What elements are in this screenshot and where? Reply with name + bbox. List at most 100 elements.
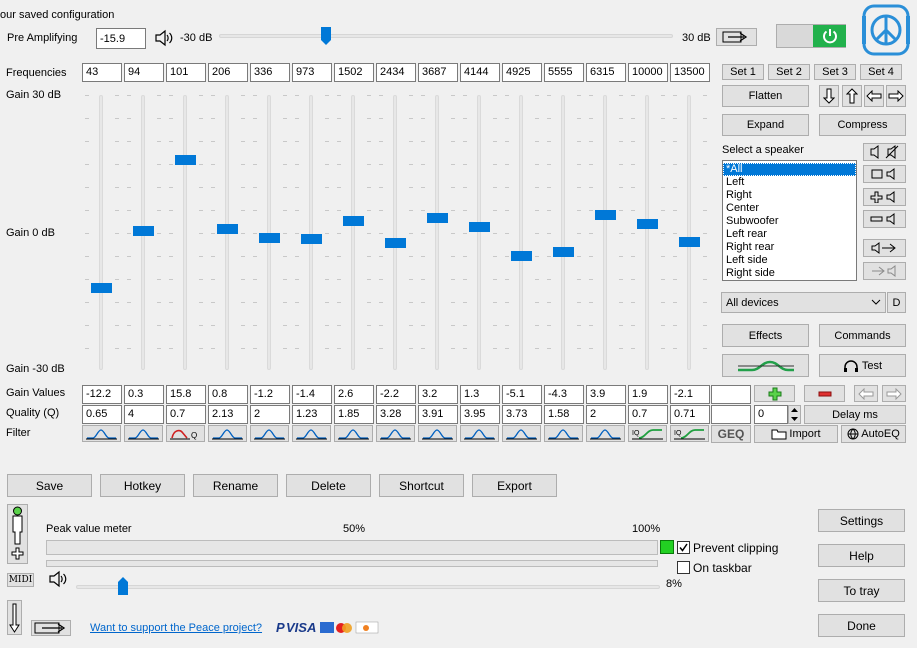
- quality-value-input[interactable]: 2: [586, 405, 626, 424]
- delay-ms-button[interactable]: Delay ms: [804, 405, 906, 424]
- eq-slider-track[interactable]: [687, 95, 691, 370]
- filter-type-button[interactable]: [250, 425, 289, 442]
- eq-slider-track[interactable]: [603, 95, 607, 370]
- speaker-list-item[interactable]: Right rear: [723, 241, 856, 254]
- delete-button[interactable]: Delete: [286, 474, 371, 497]
- curve-view-button[interactable]: [722, 354, 809, 377]
- frequency-input[interactable]: 94: [124, 63, 164, 82]
- quality-value-input[interactable]: 3.95: [460, 405, 500, 424]
- filter-type-button[interactable]: [124, 425, 163, 442]
- autoeq-button[interactable]: AutoEQ: [841, 425, 906, 443]
- set-button-2[interactable]: Set 2: [768, 64, 810, 80]
- gain-value-input[interactable]: -5.1: [502, 385, 542, 404]
- filter-type-button[interactable]: [544, 425, 583, 442]
- speaker-list-item[interactable]: Left side: [723, 254, 856, 267]
- quality-value-input[interactable]: 0.65: [82, 405, 122, 424]
- save-button[interactable]: Save: [7, 474, 92, 497]
- eq-slider-thumb[interactable]: [217, 223, 238, 234]
- remove-filter-button[interactable]: [804, 385, 845, 402]
- gain-value-input[interactable]: 3.9: [586, 385, 626, 404]
- support-link[interactable]: Want to support the Peace project?: [90, 622, 262, 634]
- frequency-input[interactable]: 4144: [460, 63, 500, 82]
- quality-value-input[interactable]: 1.23: [292, 405, 332, 424]
- eq-slider-thumb[interactable]: [259, 233, 280, 243]
- payment-logos[interactable]: P VISA: [276, 619, 380, 636]
- speaker-volume-icon[interactable]: [154, 29, 174, 47]
- frequency-input[interactable]: 3687: [418, 63, 458, 82]
- export-button[interactable]: Export: [472, 474, 557, 497]
- output-button[interactable]: [31, 620, 71, 636]
- eq-slider-track[interactable]: [561, 95, 565, 370]
- quality-value-input[interactable]: 3.91: [418, 405, 458, 424]
- gain-value-input[interactable]: -2.2: [376, 385, 416, 404]
- speaker-list-item[interactable]: Right side: [723, 267, 856, 280]
- quality-value-input[interactable]: 0.71: [670, 405, 710, 424]
- shortcut-button[interactable]: Shortcut: [379, 474, 464, 497]
- speaker-input-button[interactable]: [863, 262, 906, 280]
- filter-type-button[interactable]: Q: [166, 425, 205, 442]
- gain-value-empty[interactable]: [711, 385, 751, 404]
- gain-value-input[interactable]: -1.4: [292, 385, 332, 404]
- to-tray-button[interactable]: To tray: [818, 579, 905, 602]
- midi-button[interactable]: MIDI: [7, 573, 34, 587]
- rename-button[interactable]: Rename: [193, 474, 278, 497]
- geq-button[interactable]: GEQ: [711, 425, 751, 443]
- gain-value-input[interactable]: -4.3: [544, 385, 584, 404]
- move-down-button[interactable]: [819, 85, 839, 107]
- volume-slider-track[interactable]: [76, 585, 660, 589]
- on-taskbar-checkbox[interactable]: [677, 561, 690, 574]
- speaker-square-button[interactable]: [863, 165, 906, 183]
- filter-type-button[interactable]: [418, 425, 457, 442]
- eq-slider-track[interactable]: [99, 95, 103, 370]
- device-d-button[interactable]: D: [887, 292, 906, 313]
- pre-amp-slider-track[interactable]: [219, 34, 673, 38]
- speaker-list-item[interactable]: Subwoofer: [723, 215, 856, 228]
- prevent-clipping-checkbox[interactable]: [677, 541, 690, 554]
- gain-value-input[interactable]: -1.2: [250, 385, 290, 404]
- eq-slider-thumb[interactable]: [469, 221, 490, 232]
- speaker-output-button[interactable]: [863, 239, 906, 257]
- gain-value-input[interactable]: 0.3: [124, 385, 164, 404]
- filter-type-button[interactable]: [502, 425, 541, 442]
- frequency-input[interactable]: 101: [166, 63, 206, 82]
- eq-slider-thumb[interactable]: [637, 218, 658, 229]
- quality-value-input[interactable]: 3.28: [376, 405, 416, 424]
- quality-value-input[interactable]: 0.7: [628, 405, 668, 424]
- eq-slider-thumb[interactable]: [679, 237, 700, 248]
- gain-value-input[interactable]: 0.8: [208, 385, 248, 404]
- effects-button[interactable]: Effects: [722, 324, 809, 347]
- speaker-list-item[interactable]: *All: [723, 163, 856, 176]
- frequency-input[interactable]: 10000: [628, 63, 668, 82]
- frequency-input[interactable]: 336: [250, 63, 290, 82]
- filter-type-button[interactable]: [82, 425, 121, 442]
- eq-slider-thumb[interactable]: [133, 226, 154, 237]
- eq-slider-track[interactable]: [519, 95, 523, 370]
- eq-slider-thumb[interactable]: [175, 155, 196, 166]
- speaker-list-item[interactable]: Left rear: [723, 228, 856, 241]
- filter-type-button[interactable]: [460, 425, 499, 442]
- filter-type-button[interactable]: IQ: [628, 425, 667, 442]
- eq-slider-track[interactable]: [435, 95, 439, 370]
- gain-value-input[interactable]: -2.1: [670, 385, 710, 404]
- speaker-list-item[interactable]: Left: [723, 176, 856, 189]
- eq-slider-thumb[interactable]: [595, 209, 616, 220]
- gain-value-input[interactable]: 2.6: [334, 385, 374, 404]
- flatten-button[interactable]: Flatten: [722, 85, 809, 107]
- volume-slider-thumb[interactable]: [117, 577, 128, 595]
- expand-window-button[interactable]: [716, 28, 757, 46]
- pre-amp-slider-thumb[interactable]: [320, 27, 331, 45]
- frequency-input[interactable]: 1502: [334, 63, 374, 82]
- filter-type-button[interactable]: [376, 425, 415, 442]
- pre-amp-input[interactable]: -15.9: [96, 28, 146, 49]
- quality-value-input[interactable]: 4: [124, 405, 164, 424]
- add-person-button[interactable]: [7, 504, 28, 564]
- eq-slider-thumb[interactable]: [343, 215, 364, 226]
- eq-slider-thumb[interactable]: [385, 237, 406, 248]
- filter-type-button[interactable]: IQ: [670, 425, 709, 442]
- quality-value-input[interactable]: 2: [250, 405, 290, 424]
- import-button[interactable]: Import: [754, 425, 838, 443]
- gain-value-input[interactable]: -12.2: [82, 385, 122, 404]
- filter-type-button[interactable]: [334, 425, 373, 442]
- set-button-3[interactable]: Set 3: [814, 64, 856, 80]
- hotkey-button[interactable]: Hotkey: [100, 474, 185, 497]
